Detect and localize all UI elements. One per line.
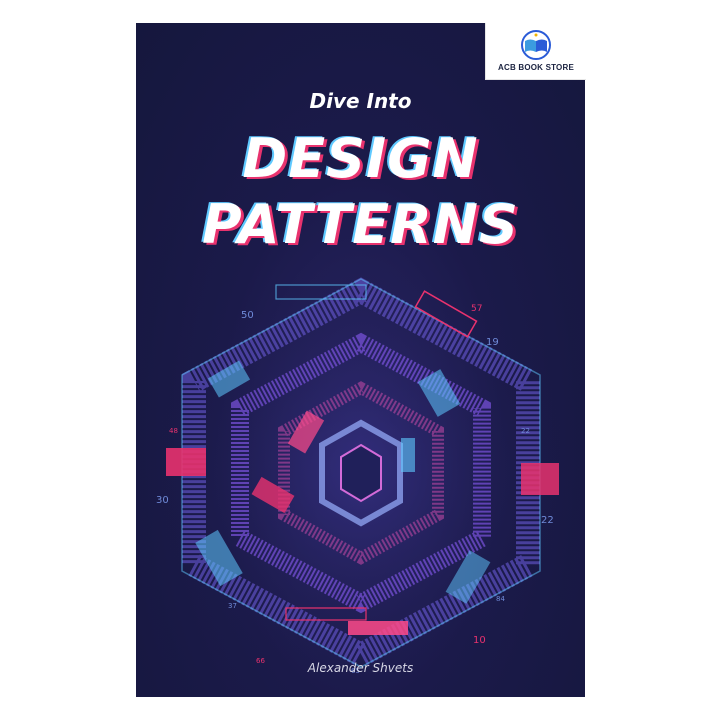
glow-block (166, 448, 206, 476)
art-number: 84 (496, 595, 505, 603)
store-badge: ACB BOOK STORE (485, 23, 586, 80)
art-number: 30 (156, 495, 169, 506)
hexagon-center (340, 443, 382, 503)
cover-title-line-1: DESIGN (242, 127, 479, 190)
glow-block (348, 621, 408, 635)
art-number: 19 (486, 337, 499, 348)
art-number: 37 (228, 602, 237, 610)
art-number: 50 (241, 310, 254, 321)
art-number: 22 (541, 515, 554, 526)
glow-block (401, 438, 415, 472)
hexagon-artwork: 50 57 19 48 30 22 22 84 10 66 65 37 (151, 263, 571, 673)
open-book-logo-icon (521, 30, 551, 60)
cover-title-line-2: PATTERNS (202, 193, 519, 256)
art-number: 22 (521, 427, 530, 435)
art-number: 10 (473, 635, 486, 646)
book-cover: Dive Into DESIGN PATTERNS 50 57 19 48 30… (136, 23, 585, 697)
cover-author: Alexander Shvets (307, 661, 414, 675)
art-number: 48 (169, 427, 178, 435)
glow-block (521, 463, 559, 495)
store-name: ACB BOOK STORE (498, 63, 574, 72)
art-number: 57 (471, 304, 482, 314)
cover-subtitle: Dive Into (309, 89, 412, 113)
